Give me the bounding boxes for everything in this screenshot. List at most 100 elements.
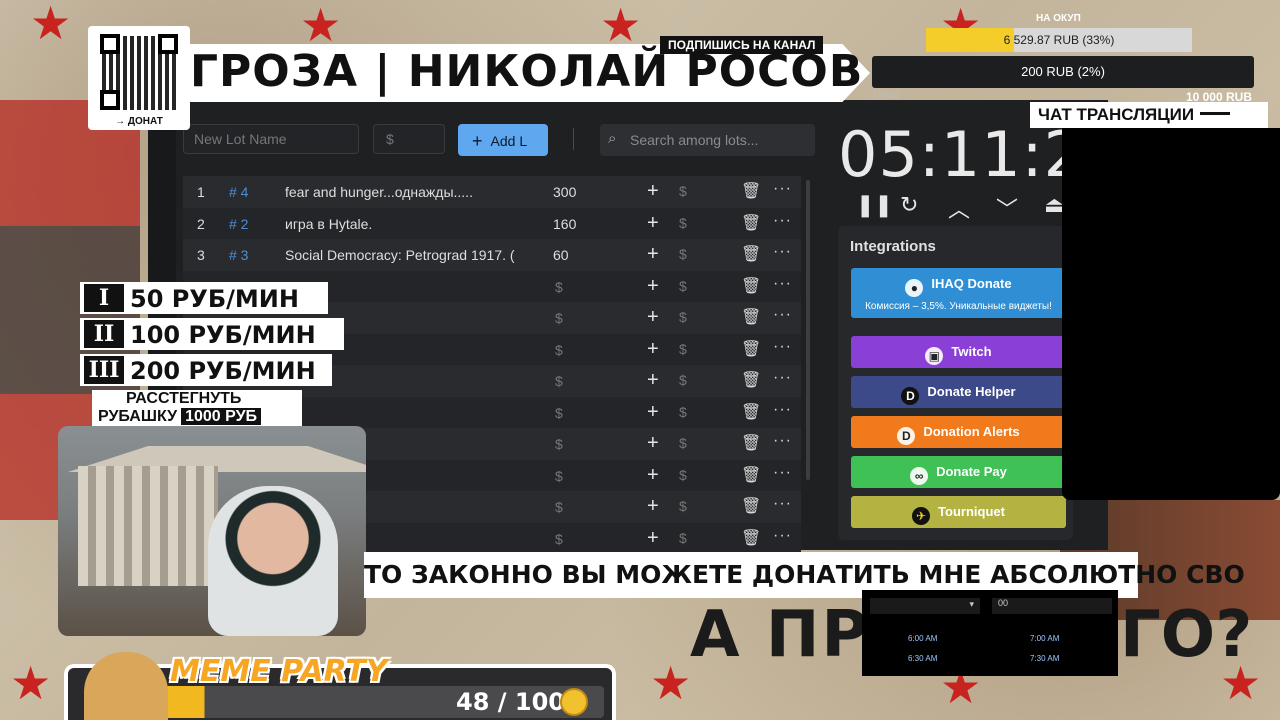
trash-icon[interactable]: 🗑 [741,307,761,327]
dollar-icon[interactable]: $ [679,435,687,451]
chat-box [1062,128,1280,500]
plus-icon[interactable]: + [647,432,659,455]
plus-icon[interactable]: + [647,527,659,550]
dollar-icon[interactable]: $ [679,183,687,199]
dollar-icon[interactable]: $ [679,467,687,483]
plus-icon[interactable]: + [647,464,659,487]
trash-icon[interactable]: 🗑 [741,433,761,453]
tier-number: II [84,320,124,348]
webcam-person [208,486,338,636]
donation-alerts-button[interactable]: D Donation Alerts [851,416,1066,448]
dollar-icon[interactable]: $ [679,498,687,514]
more-icon[interactable]: ··· [773,495,792,513]
alarm-minutes[interactable]: 00 [992,598,1112,614]
payback-goal-bar: 6 529.87 RUB (33%) [926,28,1192,52]
plus-icon[interactable]: + [647,275,659,298]
plus-icon[interactable]: + [647,338,659,361]
more-icon[interactable]: ··· [773,369,792,387]
lot-index: 3 [197,247,205,263]
lot-id[interactable]: # 2 [229,216,248,232]
lot-row[interactable]: 2 # 2 игра в Hytale. 160 + $ 🗑 ··· [183,207,801,239]
lot-row[interactable]: 1 # 4 fear and hunger...однажды..... 300 + $ 🗑… [183,176,801,208]
alarm-select[interactable]: ▾ [870,598,980,614]
dollar-icon[interactable]: $ [679,309,687,325]
more-icon[interactable]: ··· [773,527,792,545]
trash-icon[interactable]: 🗑 [741,339,761,359]
qr-corner [158,34,178,54]
dollar-icon[interactable]: $ [679,215,687,231]
poster-slogan-left: А ПР [690,598,871,672]
plus-icon[interactable]: + [647,401,659,424]
alarm-time[interactable]: 6:30 AM [908,654,937,663]
pause-icon[interactable]: ❚❚ [856,192,893,218]
tourniquet-button[interactable]: ✈ Tourniquet [851,496,1066,528]
dollar-icon[interactable]: $ [679,246,687,262]
coin-icon [560,688,588,716]
amount-input[interactable]: $ [373,124,445,154]
more-icon[interactable]: ··· [773,432,792,450]
plus-icon[interactable]: + [647,495,659,518]
twitch-button[interactable]: ▣ Twitch [851,336,1066,368]
plus-icon[interactable]: + [647,369,659,392]
trash-icon[interactable]: 🗑 [741,213,761,233]
currency-icon: $ [555,278,563,295]
trash-icon[interactable]: 🗑 [741,276,761,296]
reset-icon[interactable]: ↻ [900,192,918,218]
more-icon[interactable]: ··· [773,275,792,293]
trash-icon[interactable]: 🗑 [741,370,761,390]
donate-helper-button[interactable]: D Donate Helper [851,376,1066,408]
trash-icon[interactable]: 🗑 [741,465,761,485]
dollar-icon[interactable]: $ [679,278,687,294]
lot-name-input[interactable]: New Lot Name [183,124,359,154]
more-icon[interactable]: ··· [773,401,792,419]
poster-slogan-right: ГО? [1120,598,1253,672]
plus-icon[interactable]: + [647,212,659,235]
lot-name[interactable]: fear and hunger...однажды..... [285,184,517,200]
lot-row[interactable]: 3 # 3 Social Democracy: Petrograd 1917. (6… [183,239,801,271]
lot-amount: 300 [553,184,577,200]
more-icon[interactable]: ··· [773,464,792,482]
lot-index: 1 [197,184,205,200]
donate-helper-icon: D [901,387,920,405]
lot-id[interactable]: # 4 [229,184,248,200]
trash-icon[interactable]: 🗑 [741,244,761,264]
donation-goal-min: 0 RUB [870,90,900,101]
more-icon[interactable]: ··· [773,338,792,356]
trash-icon[interactable]: 🗑 [741,496,761,516]
scrollbar[interactable] [806,180,810,480]
dollar-icon[interactable]: $ [679,372,687,388]
more-icon[interactable]: ··· [773,212,792,230]
alarm-time[interactable]: 7:30 AM [1030,654,1059,663]
shirt-line2: РУБАШКУ 1000 РУБ [98,408,262,426]
trash-icon[interactable]: 🗑 [741,402,761,422]
dollar-icon[interactable]: $ [679,404,687,420]
plus-icon[interactable]: + [647,306,659,329]
donate-pay-button[interactable]: ∞ Donate Pay [851,456,1066,488]
add-lot-button[interactable]: + Add L [458,124,548,156]
lot-id[interactable]: # 3 [229,247,248,263]
ihaq-label: IHAQ Donate [931,276,1012,291]
qr-corner [100,34,120,54]
more-icon[interactable]: ··· [773,180,792,198]
chevron-up-icon[interactable]: ︿ [948,192,970,224]
search-input[interactable]: ⌕ Search among lots... [600,124,815,156]
donation-alerts-icon: D [897,427,916,445]
payback-goal-text: 6 529.87 RUB (33%) [1003,33,1115,47]
lot-name[interactable]: Social Democracy: Petrograd 1917. ( [285,247,517,263]
plus-icon[interactable]: + [647,180,659,203]
more-icon[interactable]: ··· [773,306,792,324]
more-icon[interactable]: ··· [773,243,792,261]
lot-name[interactable]: игра в Hytale. [285,216,517,232]
divider [573,128,574,150]
trash-icon[interactable]: 🗑 [741,181,761,201]
ihaq-donate-button[interactable]: ● IHAQ Donate Комиссия – 3,5%. Уникальные… [851,268,1066,318]
chevron-down-icon[interactable]: ﹀ [996,192,1018,224]
trash-icon[interactable]: 🗑 [741,528,761,548]
meme-party-title: MEME PARTY [170,654,388,689]
alarm-time[interactable]: 7:00 AM [1030,634,1059,643]
dollar-icon[interactable]: $ [679,530,687,546]
alarm-time[interactable]: 6:00 AM [908,634,937,643]
plus-icon[interactable]: + [647,243,659,266]
qr-corner [100,90,120,110]
dollar-icon[interactable]: $ [679,341,687,357]
